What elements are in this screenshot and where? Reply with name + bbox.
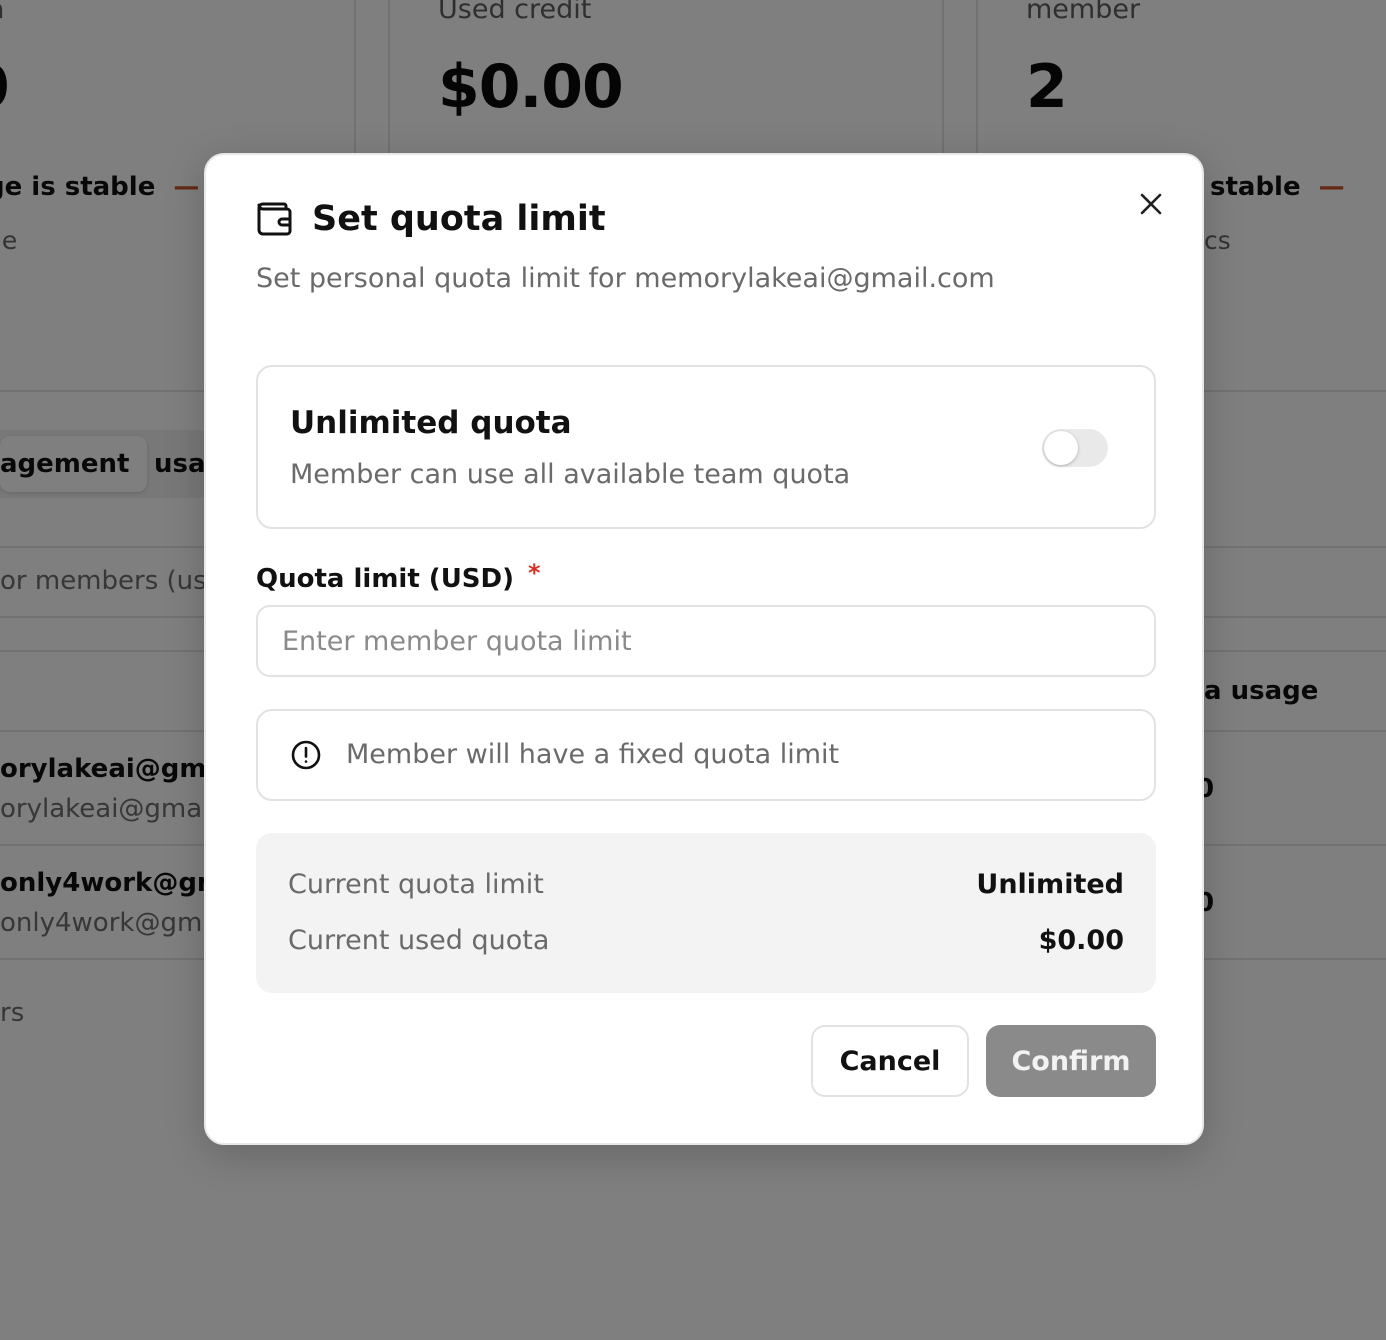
close-icon[interactable]: [1136, 189, 1166, 219]
set-quota-dialog: Set quota limit Set personal quota limit…: [204, 153, 1204, 1145]
cancel-button[interactable]: Cancel: [811, 1025, 969, 1097]
required-marker: *: [528, 559, 541, 587]
quota-limit-label-text: Quota limit (USD): [256, 564, 514, 594]
quota-limit-input[interactable]: [256, 605, 1156, 677]
alert-circle-icon: [290, 739, 322, 771]
wallet-icon: [256, 200, 294, 238]
unlimited-quota-title: Unlimited quota: [290, 405, 572, 441]
unlimited-quota-toggle[interactable]: [1042, 429, 1108, 467]
info-text: Member will have a fixed quota limit: [346, 739, 840, 770]
dialog-title: Set quota limit: [312, 199, 606, 239]
summary-value: Unlimited: [976, 869, 1124, 900]
toggle-knob: [1044, 431, 1078, 465]
info-box: Member will have a fixed quota limit: [256, 709, 1156, 801]
confirm-button[interactable]: Confirm: [986, 1025, 1156, 1097]
summary-label: Current used quota: [288, 925, 550, 956]
quota-summary: Current quota limit Unlimited Current us…: [256, 833, 1156, 993]
quota-limit-label: Quota limit (USD) *: [256, 559, 541, 594]
summary-value: $0.00: [1038, 925, 1124, 956]
unlimited-quota-description: Member can use all available team quota: [290, 459, 851, 490]
unlimited-quota-card: Unlimited quota Member can use all avail…: [256, 365, 1156, 529]
dialog-header: Set quota limit: [256, 199, 606, 239]
summary-label: Current quota limit: [288, 869, 544, 900]
dialog-subtitle: Set personal quota limit for memorylakea…: [256, 263, 995, 294]
